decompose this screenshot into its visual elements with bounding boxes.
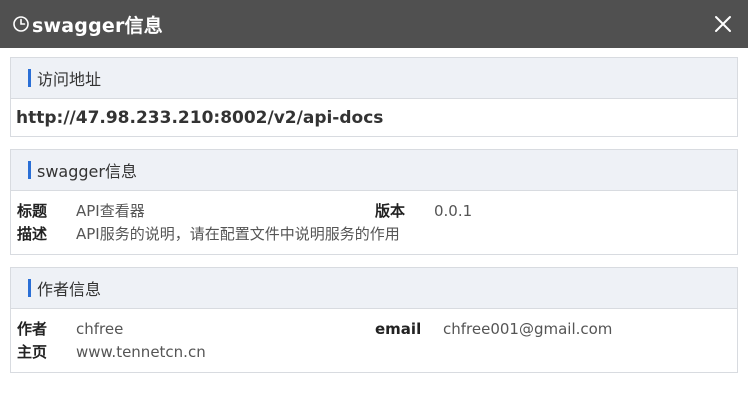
version-cell: 版本 0.0.1 bbox=[375, 200, 472, 221]
version-value: 0.0.1 bbox=[434, 201, 473, 220]
email-value: chfree001@gmail.com bbox=[443, 319, 613, 338]
author-section-header: 作者信息 bbox=[11, 268, 737, 309]
swagger-section-header: swagger信息 bbox=[11, 150, 737, 191]
swagger-section: swagger信息 标题 API查看器 版本 0.0.1 描述 API服务的说明… bbox=[10, 149, 738, 255]
version-label: 版本 bbox=[375, 202, 406, 220]
author-section: 作者信息 作者 chfree email chfree001@gmail.com… bbox=[10, 267, 738, 373]
swagger-row-desc: 描述 API服务的说明，请在配置文件中说明服务的作用 bbox=[17, 222, 731, 245]
swagger-section-title: swagger信息 bbox=[37, 162, 137, 181]
author-value: chfree bbox=[76, 319, 124, 338]
access-section-header: 访问地址 bbox=[11, 58, 737, 99]
access-url: http://47.98.233.210:8002/v2/api-docs bbox=[16, 107, 384, 128]
desc-cell: 描述 API服务的说明，请在配置文件中说明服务的作用 bbox=[17, 223, 400, 244]
author-info-body: 作者 chfree email chfree001@gmail.com 主页 w… bbox=[11, 309, 737, 372]
swagger-row-title: 标题 API查看器 版本 0.0.1 bbox=[17, 199, 731, 222]
homepage-label: 主页 bbox=[17, 343, 48, 361]
title-label: 标题 bbox=[17, 202, 48, 220]
author-row-homepage: 主页 www.tennetcn.cn bbox=[17, 340, 731, 363]
dialog-content: 访问地址 http://47.98.233.210:8002/v2/api-do… bbox=[0, 48, 748, 373]
homepage-value: www.tennetcn.cn bbox=[76, 342, 206, 361]
clock-icon bbox=[12, 15, 30, 33]
desc-value: API服务的说明，请在配置文件中说明服务的作用 bbox=[76, 225, 400, 243]
swagger-info-body: 标题 API查看器 版本 0.0.1 描述 API服务的说明，请在配置文件中说明… bbox=[11, 191, 737, 254]
email-cell: email chfree001@gmail.com bbox=[375, 320, 612, 338]
close-icon[interactable] bbox=[710, 11, 736, 37]
desc-label: 描述 bbox=[17, 225, 48, 243]
homepage-cell: 主页 www.tennetcn.cn bbox=[17, 341, 206, 362]
title-cell: 标题 API查看器 bbox=[17, 200, 375, 221]
dialog-title: swagger信息 bbox=[32, 14, 163, 37]
section-accent-bar bbox=[28, 279, 31, 297]
title-value: API查看器 bbox=[76, 202, 145, 220]
dialog-titlebar: swagger信息 bbox=[0, 0, 748, 48]
author-label: 作者 bbox=[17, 320, 48, 338]
section-accent-bar bbox=[28, 69, 31, 87]
author-cell: 作者 chfree bbox=[17, 318, 375, 339]
access-section-title: 访问地址 bbox=[37, 70, 102, 89]
author-section-title: 作者信息 bbox=[37, 280, 102, 299]
section-accent-bar bbox=[28, 161, 31, 179]
email-label: email bbox=[375, 319, 422, 338]
dialog-title-group: swagger信息 bbox=[12, 11, 163, 38]
access-section: 访问地址 http://47.98.233.210:8002/v2/api-do… bbox=[10, 57, 738, 137]
author-row-name: 作者 chfree email chfree001@gmail.com bbox=[17, 317, 731, 340]
